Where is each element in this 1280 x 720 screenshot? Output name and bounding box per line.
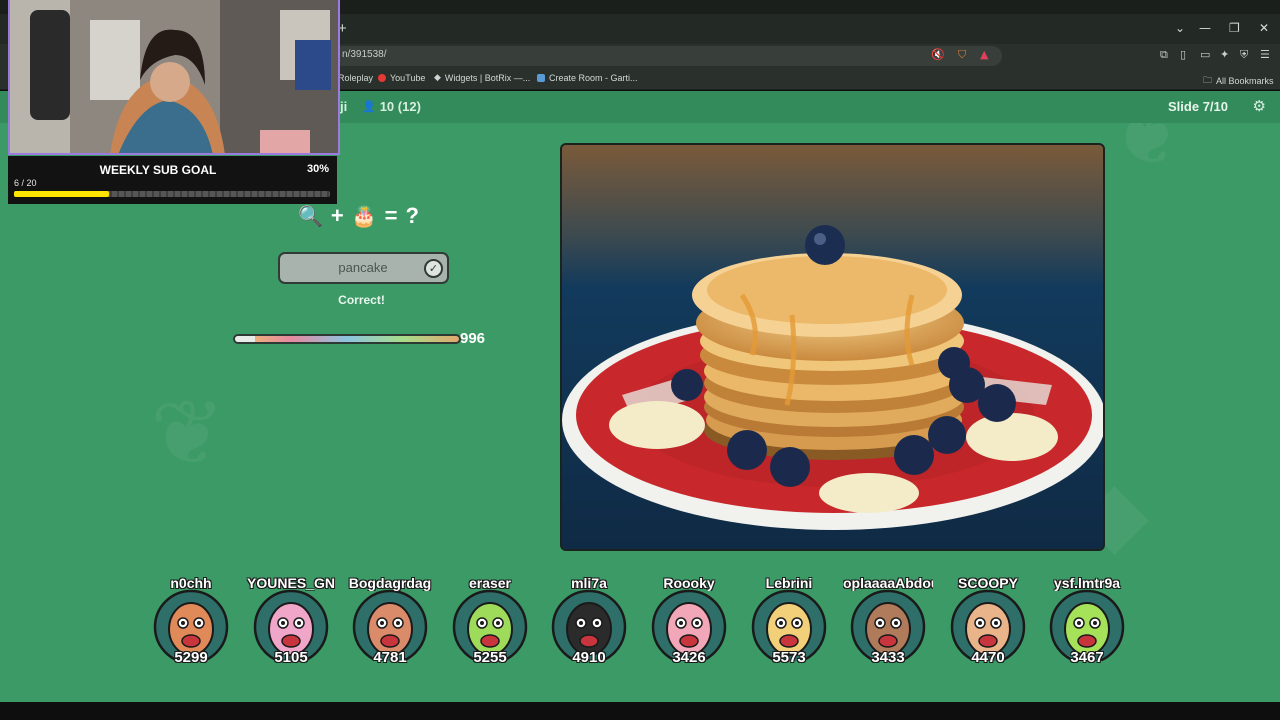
tab-list-icon[interactable]: ⌄ [1175,21,1185,35]
equals-sign: = [384,203,398,228]
player-card[interactable]: ysf.lmtr9a 3467 [1042,575,1132,675]
emoji-equation: 🔍 + 🎂 = ? [298,203,419,229]
player-card[interactable]: Roooky 3426 [644,575,734,675]
answer-text: pancake [338,260,388,275]
check-icon: ✓ [424,259,443,278]
pancake-image [562,145,1103,549]
taskbar-strip [0,702,1280,720]
goal-title: WEEKLY SUB GOAL [99,163,217,177]
sub-goal-widget: WEEKLY SUB GOAL 30% 6 / 20 [8,156,337,204]
minimize-icon[interactable]: — [1199,21,1211,35]
goal-count: 6 / 20 [14,178,37,188]
player-score: 3433 [871,649,905,666]
timer-value: 996 [460,330,486,347]
players-count: 👤 10 (12) [362,99,421,114]
mute-icon[interactable]: 🔇 [931,48,945,61]
close-window-icon[interactable]: ✕ [1259,21,1269,35]
folder-icon: 🗀 [1203,76,1213,86]
gartic-icon [537,74,545,82]
bookmark-widgets[interactable]: ◆ Widgets | BotRix —... [434,73,530,83]
room-title: ji [340,99,348,114]
screen: + ⌄ — ❐ ✕ n/391538/ 🔇 ⛉ ▲ ⧉ ▯ ▭ ✦ ⛨ ☰ Ro… [0,0,1280,720]
bookmark-label: Create Room - Garti... [549,73,638,83]
goal-percent: 30% [306,163,329,175]
player-name: Bogdagrdag [348,575,432,591]
player-card[interactable]: Lebrini 5573 [744,575,834,675]
shield-icon[interactable]: ⛉ [958,48,966,62]
player-score: 5573 [772,649,806,666]
goal-progress-fill [14,191,109,197]
answer-status: Correct! [338,293,385,307]
player-card[interactable]: n0chh 5299 [146,575,236,675]
player-card[interactable]: oplaaaaAbdou 3433 [843,575,933,675]
player-score: 5299 [174,649,208,666]
answer-input[interactable]: pancake ✓ [278,252,449,284]
timer-bar [233,334,461,344]
url-field[interactable] [332,46,1002,66]
player-card[interactable]: mli7a 4910 [544,575,634,675]
player-score: 4910 [572,649,606,666]
goal-progress-track [14,191,330,197]
warning-icon[interactable]: ▲ [980,48,988,61]
plus-sign: + [330,203,344,228]
players-count-text: 10 (12) [379,99,421,114]
leo-icon[interactable]: ✦ [1220,48,1229,61]
player-name: mli7a [571,575,607,591]
player-score: 3467 [1070,649,1104,666]
player-card[interactable]: Bogdagrdag 4781 [345,575,435,675]
player-name: SCOOPY [958,575,1018,591]
bookmark-create-room[interactable]: Create Room - Garti... [537,73,638,83]
url-text[interactable]: n/391538/ [342,49,387,60]
bookmark-label: Roleplay [338,73,374,83]
settings-gear-icon[interactable]: ⚙ [1253,97,1266,115]
player-score: 4470 [971,649,1005,666]
player-score: 5255 [473,649,507,666]
user-icon: 👤 [362,100,376,113]
menu-icon[interactable]: ☰ [1260,48,1270,61]
bookmark-label: YouTube [390,73,426,83]
player-name: Lebrini [765,575,813,591]
player-score: 3426 [672,649,706,666]
botrix-icon: ◆ [434,73,441,83]
all-bookmarks-label: All Bookmarks [1216,76,1274,86]
extensions-icon[interactable]: ⧉ [1160,48,1168,62]
player-card[interactable]: YOUNES_GN 5105 [246,575,336,675]
vpn-icon[interactable]: ⛨ [1240,48,1248,62]
player-name: YOUNES_GN [247,575,335,591]
player-card[interactable]: SCOOPY 4470 [943,575,1033,675]
question-mark: ? [405,203,419,228]
candy-decoration: ❦ [150,381,226,486]
player-name: Roooky [663,575,715,591]
webcam-overlay [8,0,340,155]
sidebar-icon[interactable]: ▯ [1180,48,1186,61]
slide-counter: Slide 7/10 [1168,99,1228,114]
magnifier-icon: 🔍 [298,204,323,228]
player-score: 4781 [373,649,407,666]
players-row: n0chh 5299 YOUNES_GN 5105 Bogdagrdag 4781 eras… [146,575,1146,675]
restore-icon[interactable]: ❐ [1229,21,1240,35]
player-name: oplaaaaAbdou [843,575,933,591]
all-bookmarks[interactable]: 🗀 All Bookmarks [1203,73,1274,89]
bookmark-roleplay[interactable]: Roleplay [338,73,373,83]
player-name: n0chh [170,575,212,591]
player-score: 5105 [274,649,308,666]
webcam-image [10,0,338,153]
player-card[interactable]: eraser 5255 [445,575,535,675]
timer-elapsed [235,336,255,342]
youtube-icon [378,74,386,82]
player-name: ysf.lmtr9a [1053,575,1121,591]
bookmark-youtube[interactable]: YouTube [378,73,425,83]
pancake-photo [560,143,1105,551]
wallet-icon[interactable]: ▭ [1200,48,1210,61]
cake-icon: 🎂 [351,204,377,228]
bookmark-label: Widgets | BotRix —... [444,73,531,83]
player-name: eraser [468,575,512,591]
